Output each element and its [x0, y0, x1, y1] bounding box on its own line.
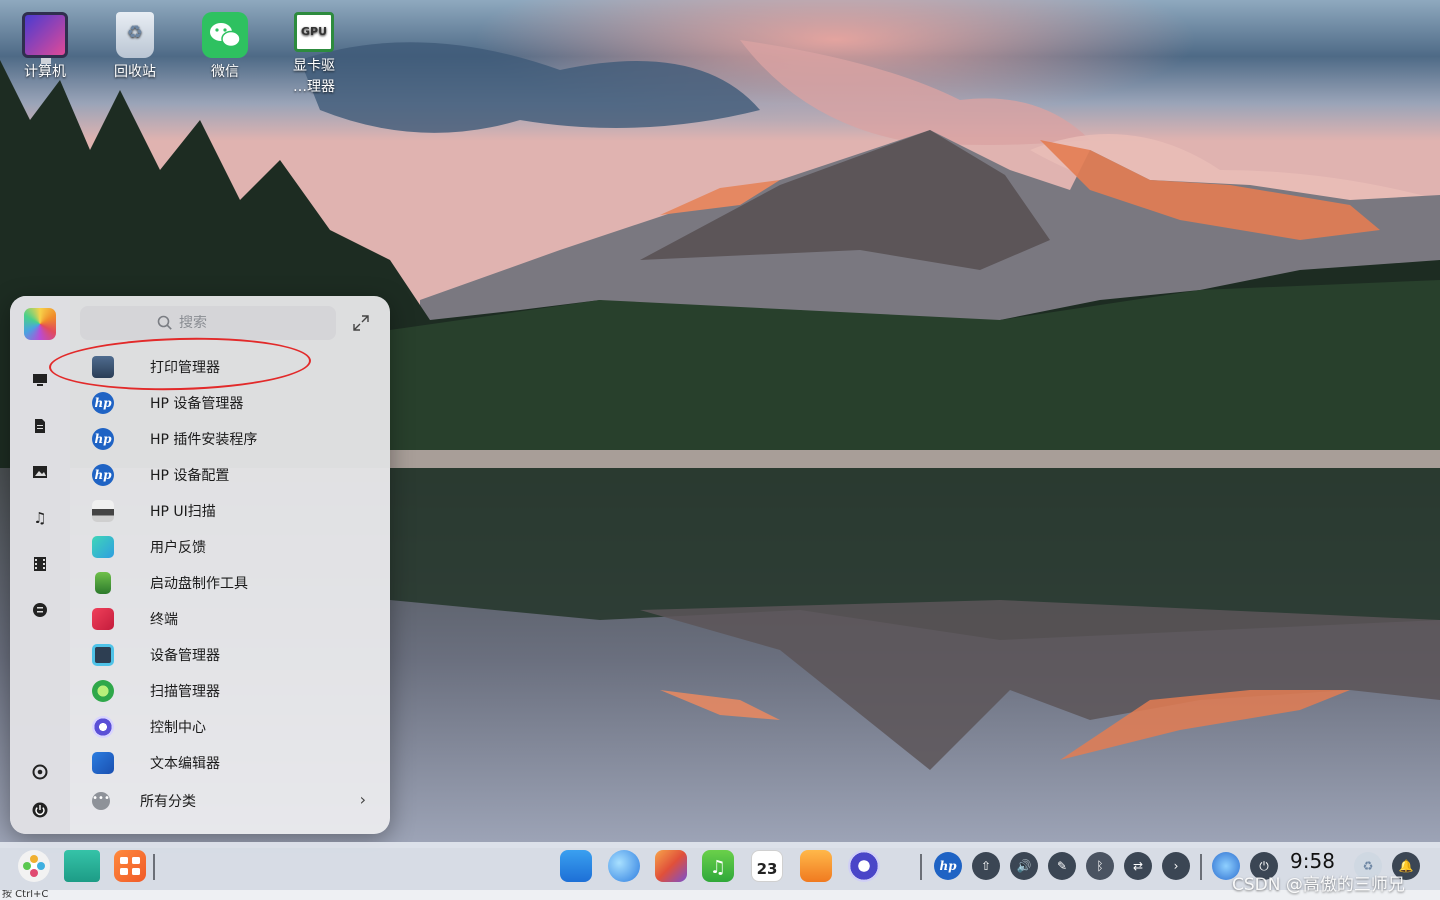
trash-icon [116, 12, 154, 58]
terminal-icon [92, 608, 114, 630]
desktop-icon-wechat[interactable]: 微信 [185, 0, 265, 83]
expand-icon[interactable] [352, 314, 370, 332]
app-item-user-feedback[interactable]: 用户反馈 [80, 529, 380, 565]
music-icon[interactable]: ♫ [702, 850, 734, 882]
documents-sidebar-icon[interactable] [28, 414, 52, 438]
taskbar-separator [1200, 854, 1202, 880]
app-item-hp-device-config[interactable]: hp HP 设备配置 [80, 457, 380, 493]
desktop-icon-label: 计算机 [24, 64, 66, 80]
taskbar-separator [920, 854, 922, 880]
taskbar: ♫ 23 hp ⇧ 🔊 ✎ ᛒ ⇄ › ⏻ 9:58 ♻ 🔔 [0, 842, 1440, 890]
app-item-label: HP 插件安装程序 [150, 432, 258, 448]
app-item-device-manager[interactable]: 设备管理器 [80, 637, 380, 673]
app-item-text-editor[interactable]: 文本编辑器 [80, 745, 380, 781]
app-item-control-center[interactable]: 控制中心 [80, 709, 380, 745]
all-categories-button[interactable]: ••• 所有分类 › [80, 786, 380, 816]
more-dots-icon: ••• [92, 792, 110, 810]
app-store-icon[interactable] [800, 850, 832, 882]
pen-icon[interactable]: ✎ [1048, 852, 1076, 880]
pictures-sidebar-icon[interactable] [28, 460, 52, 484]
settings-sidebar-icon[interactable] [28, 760, 52, 784]
device-manager-icon [92, 644, 114, 666]
hp-tray-icon[interactable]: hp [934, 852, 962, 880]
calendar-icon[interactable]: 23 [751, 850, 783, 882]
boot-disk-icon [95, 572, 111, 594]
printer-manager-icon [92, 356, 114, 378]
app-item-label: 文本编辑器 [150, 756, 220, 772]
bottom-status-text: 按 Ctrl+C [2, 890, 49, 900]
calendar-day-text: 23 [756, 860, 778, 878]
app-item-hp-device-manager[interactable]: hp HP 设备管理器 [80, 385, 380, 421]
bluetooth-icon[interactable]: ᛒ [1086, 852, 1114, 880]
hp-icon: hp [92, 464, 114, 486]
browser-icon[interactable] [608, 850, 640, 882]
desktop-icon-computer[interactable]: 计算机 [5, 0, 85, 83]
app-list: 打印管理器 hp HP 设备管理器 hp HP 插件安装程序 hp HP 设备配… [80, 349, 380, 781]
all-categories-label: 所有分类 [140, 794, 196, 810]
search-icon [157, 315, 172, 330]
app-item-label: 扫描管理器 [150, 684, 220, 700]
app-item-label: 打印管理器 [150, 360, 220, 376]
text-editor-icon [92, 752, 114, 774]
wechat-icon [202, 12, 248, 58]
control-center-icon [92, 716, 114, 738]
app-item-terminal[interactable]: 终端 [80, 601, 380, 637]
desktop-icon-label: 回收站 [114, 64, 156, 80]
app-item-boot-maker[interactable]: 启动盘制作工具 [80, 565, 380, 601]
feedback-icon [92, 536, 114, 558]
scanner-icon [92, 500, 114, 522]
network-switch-icon[interactable]: ⇄ [1124, 852, 1152, 880]
launcher-logo-icon[interactable] [24, 308, 56, 340]
hp-icon: hp [92, 428, 114, 450]
image-viewer-icon[interactable] [655, 850, 687, 882]
app-grid-icon[interactable] [114, 850, 146, 882]
app-item-label: 启动盘制作工具 [150, 576, 248, 592]
svg-text:♫: ♫ [710, 857, 726, 878]
app-item-print-manager[interactable]: 打印管理器 [80, 349, 380, 385]
hp-icon: hp [92, 392, 114, 414]
search-box[interactable] [80, 306, 336, 340]
start-menu: ♫ 打印管理器 hp HP 设备管理器 hp HP 插件安装程序 [10, 296, 390, 834]
app-item-label: 终端 [150, 612, 178, 628]
desktop-icon-label: 微信 [211, 64, 239, 80]
gpu-badge-text: GPU [300, 25, 328, 38]
chevron-right-tray-icon[interactable]: › [1162, 852, 1190, 880]
videos-sidebar-icon[interactable] [28, 552, 52, 576]
desktop-icon-gpu-driver[interactable]: GPU 显卡驱 …理器 [274, 0, 354, 98]
computer-sidebar-icon[interactable] [28, 368, 52, 392]
app-item-label: 用户反馈 [150, 540, 206, 556]
music-sidebar-icon[interactable]: ♫ [28, 506, 52, 530]
desktop-icon-trash[interactable]: 回收站 [95, 0, 175, 83]
computer-icon [22, 12, 68, 64]
launcher-icon[interactable] [18, 850, 50, 882]
app-item-hp-plugin-installer[interactable]: hp HP 插件安装程序 [80, 421, 380, 457]
start-menu-sidebar: ♫ [10, 296, 70, 834]
search-input[interactable] [179, 315, 259, 331]
app-item-scan-manager[interactable]: 扫描管理器 [80, 673, 380, 709]
watermark-text: CSDN @高傲的三师兄 [1232, 875, 1405, 895]
app-item-label: HP 设备管理器 [150, 396, 244, 412]
app-item-label: 设备管理器 [150, 648, 220, 664]
downloads-sidebar-icon[interactable] [28, 598, 52, 622]
app-item-hp-ui-scan[interactable]: HP UI扫描 [80, 493, 380, 529]
app-item-label: 控制中心 [150, 720, 206, 736]
power-sidebar-icon[interactable] [28, 798, 52, 822]
app-item-label: HP UI扫描 [150, 504, 216, 520]
volume-icon[interactable]: 🔊 [1010, 852, 1038, 880]
upload-tray-icon[interactable]: ⇧ [972, 852, 1000, 880]
desktop-icon-label: 显卡驱 …理器 [293, 58, 335, 95]
file-manager-icon[interactable] [560, 850, 592, 882]
bottom-status-strip: 按 Ctrl+C [0, 890, 1440, 900]
gpu-icon: GPU [294, 12, 334, 52]
app-item-label: HP 设备配置 [150, 468, 230, 484]
multitask-view-icon[interactable] [64, 850, 100, 882]
control-center-taskbar-icon[interactable] [848, 850, 880, 882]
taskbar-separator [153, 854, 155, 880]
chevron-right-icon: › [359, 790, 366, 809]
scan-manager-icon [92, 680, 114, 702]
